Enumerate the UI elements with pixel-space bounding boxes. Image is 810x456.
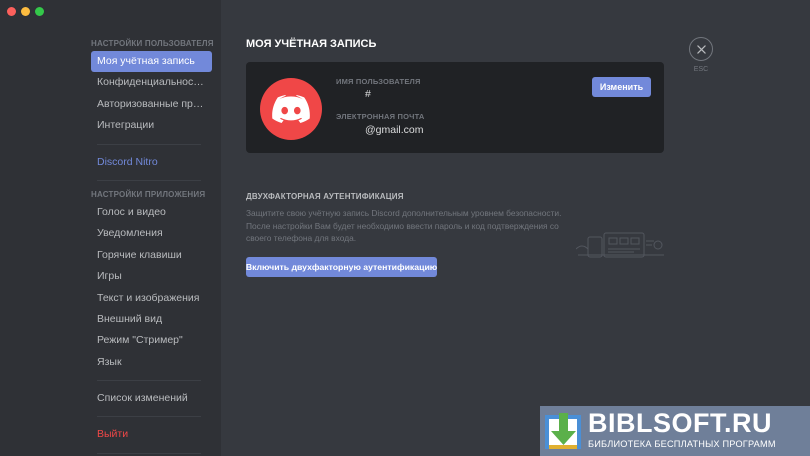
close-settings: ESC [688,37,714,73]
enable-two-factor-button[interactable]: Включить двухфакторную аутентификацию [246,257,437,277]
username-label: ИМЯ ПОЛЬЗОВАТЕЛЯ [336,77,421,86]
phone-lock-illustration [576,232,664,258]
sidebar-divider [97,143,201,145]
close-icon [696,44,706,54]
user-settings-header: НАСТРОЙКИ ПОЛЬЗОВАТЕЛЯ [91,39,214,48]
app-settings-header: НАСТРОЙКИ ПРИЛОЖЕНИЯ [91,189,206,199]
sidebar-item-privacy[interactable]: Конфиденциальность ... [91,72,207,93]
sidebar-item-streamer-mode[interactable]: Режим "Стример" [91,330,207,351]
watermark-banner: BIBLSOFT.RU БИБЛИОТЕКА БЕСПЛАТНЫХ ПРОГРА… [540,406,810,456]
sidebar-item-my-account[interactable]: Моя учётная запись [91,51,212,73]
sidebar-divider [97,452,201,454]
close-window-dot[interactable] [7,7,16,16]
page-title: МОЯ УЧЁТНАЯ ЗАПИСЬ [246,38,377,50]
watermark-title: BIBLSOFT.RU [588,408,772,438]
watermark-subtitle: БИБЛИОТЕКА БЕСПЛАТНЫХ ПРОГРАММ [588,439,776,449]
sidebar-item-integrations[interactable]: Интеграции [91,115,207,136]
sidebar-item-text-images[interactable]: Текст и изображения [91,288,207,309]
email-label: ЭЛЕКТРОННАЯ ПОЧТА [336,112,425,121]
settings-sidebar: НАСТРОЙКИ ПОЛЬЗОВАТЕЛЯ Моя учётная запис… [0,0,221,456]
download-arrow-icon [545,413,581,449]
account-card: ИМЯ ПОЛЬЗОВАТЕЛЯ # ЭЛЕКТРОННАЯ ПОЧТА @gm… [246,62,664,153]
esc-label: ESC [693,66,709,73]
two-factor-title: ДВУХФАКТОРНАЯ АУТЕНТИФИКАЦИЯ [246,192,404,201]
maximize-window-dot[interactable] [35,7,44,16]
sidebar-item-authorized-apps[interactable]: Авторизованные прил... [91,94,207,115]
sidebar-item-games[interactable]: Игры [91,266,207,287]
avatar[interactable] [260,78,322,140]
minimize-window-dot[interactable] [21,7,30,16]
sidebar-item-keybinds[interactable]: Горячие клавиши [91,245,207,266]
sidebar-divider [97,416,201,418]
sidebar-divider [97,179,201,181]
sidebar-item-logout[interactable]: Выйти [91,424,207,445]
sidebar-menu: НАСТРОЙКИ ПОЛЬЗОВАТЕЛЯ Моя учётная запис… [91,37,214,456]
sidebar-item-notifications[interactable]: Уведомления [91,223,207,244]
two-factor-description: Защитите свою учётную запись Discord доп… [246,208,562,243]
window-controls [7,7,44,16]
sidebar-item-appearance[interactable]: Внешний вид [91,309,207,330]
sidebar-divider [97,380,201,382]
sidebar-item-changelog[interactable]: Список изменений [91,388,207,409]
discord-logo-icon [272,95,310,123]
username-value: # [365,88,371,100]
sidebar-item-language[interactable]: Язык [91,352,207,373]
email-value: @gmail.com [365,124,424,136]
edit-account-button[interactable]: Изменить [592,77,651,97]
sidebar-item-voice-video[interactable]: Голос и видео [91,202,207,223]
sidebar-item-discord-nitro[interactable]: Discord Nitro [91,152,207,173]
close-button[interactable] [689,37,713,61]
